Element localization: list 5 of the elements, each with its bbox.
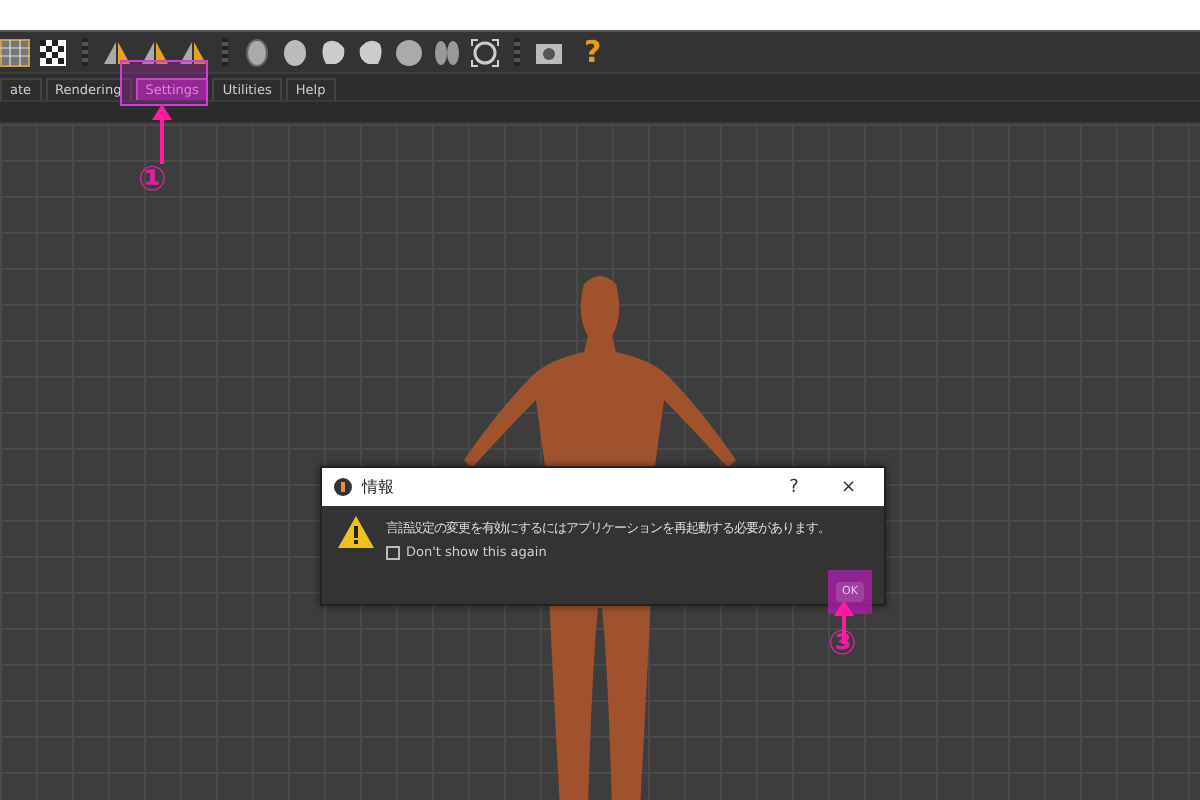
step-number: ①	[138, 164, 167, 198]
dialog-title: 情報	[362, 476, 396, 498]
help-icon[interactable]: ?	[584, 34, 602, 70]
help-button[interactable]: ?	[773, 477, 815, 497]
close-button[interactable]: ×	[824, 477, 872, 497]
